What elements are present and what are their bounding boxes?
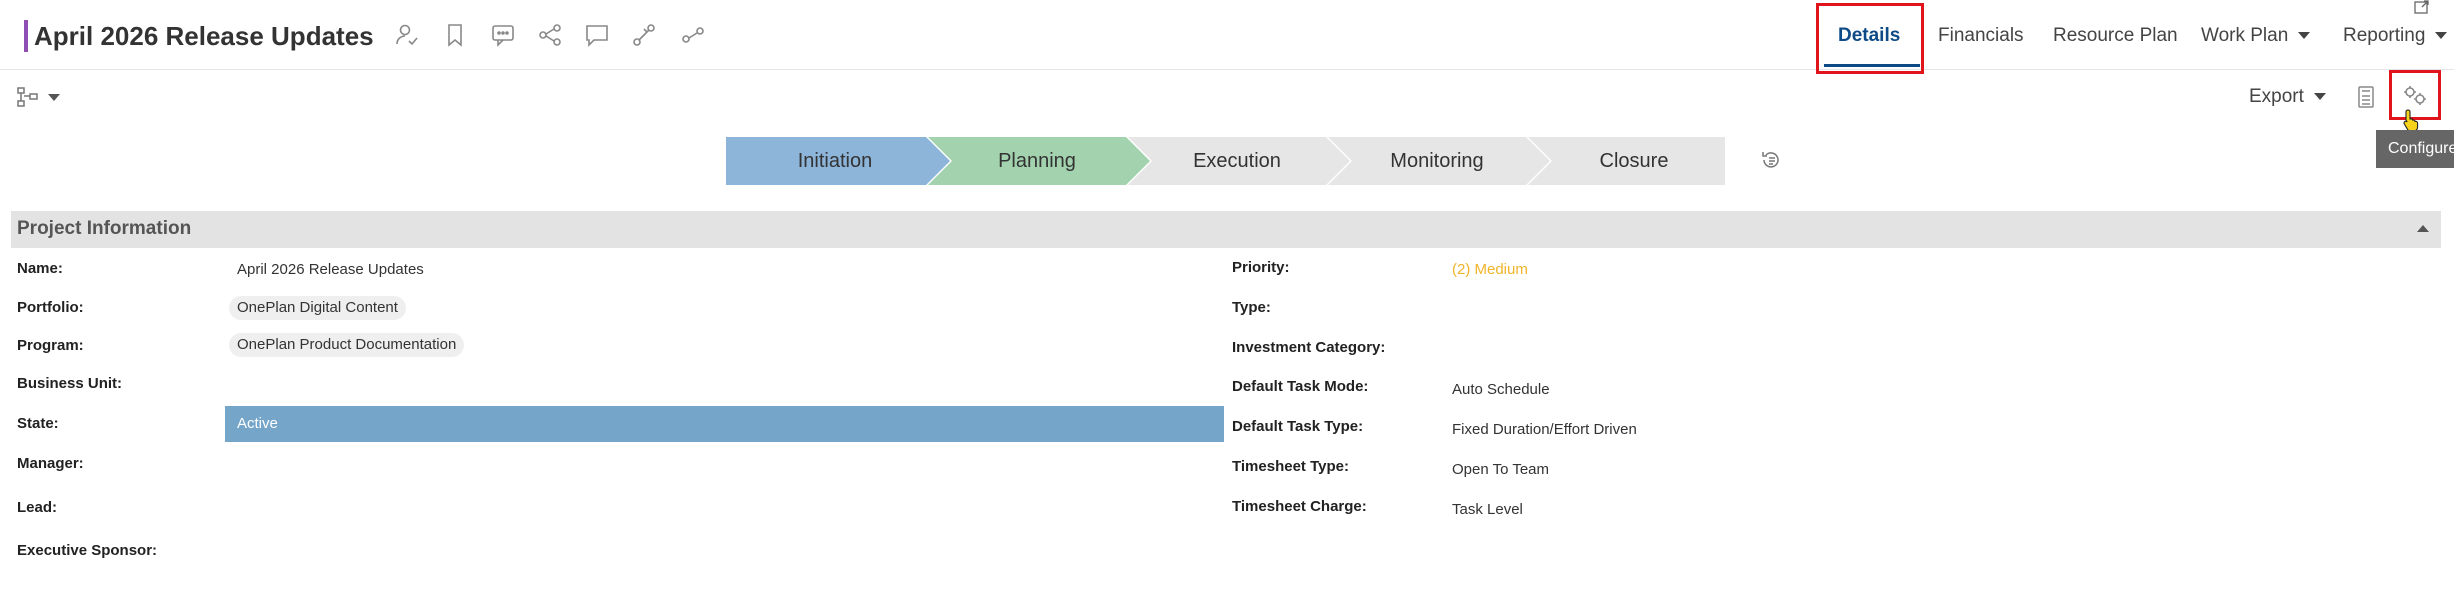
name-label: Name: xyxy=(17,260,63,277)
name-value[interactable]: April 2026 Release Updates xyxy=(237,261,424,278)
export-button[interactable]: Export xyxy=(2249,86,2326,108)
lead-label: Lead: xyxy=(17,499,58,516)
program-label: Program: xyxy=(17,337,84,354)
stage-planning-label: Planning xyxy=(998,150,1076,172)
chevron-down-icon[interactable] xyxy=(48,94,60,101)
tab-resource-plan[interactable]: Resource Plan xyxy=(2053,24,2178,48)
chevron-down-icon xyxy=(2313,93,2326,101)
chevron-down-icon xyxy=(2298,32,2311,40)
tab-reporting-label: Reporting xyxy=(2343,25,2426,46)
tab-details[interactable]: Details xyxy=(1838,24,1900,48)
comment-dots-icon[interactable] xyxy=(490,22,516,48)
export-label: Export xyxy=(2249,86,2304,107)
chevron-down-icon xyxy=(2435,32,2448,40)
calculator-icon[interactable] xyxy=(2355,85,2377,109)
link-icon[interactable] xyxy=(631,22,657,48)
timesheet-charge-value[interactable]: Task Level xyxy=(1452,501,1523,518)
manager-label: Manager: xyxy=(17,455,84,472)
timesheet-charge-label: Timesheet Charge: xyxy=(1232,498,1367,515)
timesheet-type-label: Timesheet Type: xyxy=(1232,458,1349,475)
section-title: Project Information xyxy=(17,218,192,239)
configure-tooltip: Configure xyxy=(2376,130,2454,168)
collapse-icon[interactable] xyxy=(2417,225,2429,232)
title-accent-bar xyxy=(24,20,28,52)
pointer-cursor-icon xyxy=(2402,108,2422,133)
stage-execution-label: Execution xyxy=(1193,150,1281,172)
stage-closure-label: Closure xyxy=(1599,150,1669,172)
state-label: State: xyxy=(17,415,59,432)
portfolio-value[interactable]: OnePlan Digital Content xyxy=(229,296,406,320)
expand-icon[interactable] xyxy=(2414,0,2430,14)
stage-initiation-label: Initiation xyxy=(797,150,873,172)
tab-financials[interactable]: Financials xyxy=(1938,24,2024,48)
priority-value[interactable]: (2) Medium xyxy=(1452,261,1528,278)
tab-reporting[interactable]: Reporting xyxy=(2343,24,2448,48)
share-icon[interactable] xyxy=(537,22,563,48)
configure-icon[interactable] xyxy=(2401,84,2429,108)
default-task-mode-value[interactable]: Auto Schedule xyxy=(1452,381,1550,398)
chat-icon[interactable] xyxy=(584,22,610,48)
default-task-mode-label: Default Task Mode: xyxy=(1232,378,1369,395)
tab-work-plan-label: Work Plan xyxy=(2201,25,2289,46)
portfolio-label: Portfolio: xyxy=(17,299,84,316)
connect-icon[interactable] xyxy=(680,22,706,48)
priority-label: Priority: xyxy=(1232,259,1290,276)
active-tab-underline xyxy=(1824,64,1920,67)
section-header[interactable] xyxy=(11,211,2441,248)
default-task-type-label: Default Task Type: xyxy=(1232,418,1364,435)
page-title: April 2026 Release Updates xyxy=(34,21,374,51)
business-unit-label: Business Unit: xyxy=(17,375,123,392)
timesheet-type-value[interactable]: Open To Team xyxy=(1452,461,1549,478)
default-task-type-value[interactable]: Fixed Duration/Effort Driven xyxy=(1452,421,1637,438)
type-label: Type: xyxy=(1232,299,1271,316)
tab-work-plan[interactable]: Work Plan xyxy=(2201,24,2311,48)
bookmark-icon[interactable] xyxy=(442,22,468,48)
investment-category-label: Investment Category: xyxy=(1232,339,1386,356)
hierarchy-icon[interactable] xyxy=(16,85,40,109)
state-value[interactable]: Active xyxy=(225,406,1224,442)
stage-history-icon[interactable] xyxy=(1760,149,1782,171)
program-value[interactable]: OnePlan Product Documentation xyxy=(229,333,465,357)
person-check-icon[interactable] xyxy=(394,22,420,48)
executive-sponsor-label: Executive Sponsor: xyxy=(17,542,158,559)
stage-monitoring-label: Monitoring xyxy=(1390,150,1484,172)
